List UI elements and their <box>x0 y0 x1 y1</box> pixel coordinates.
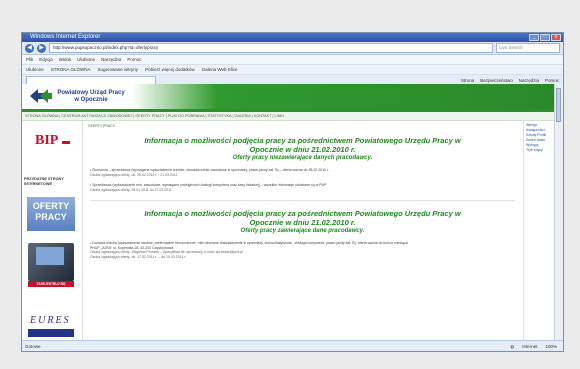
computer-banner-image[interactable] <box>28 243 74 281</box>
globe-icon: ◍ <box>510 344 515 349</box>
eu-flag-icon <box>28 329 74 337</box>
menu-item-view[interactable]: Widok <box>59 55 72 64</box>
back-arrow-icon[interactable]: ◀ <box>25 43 34 53</box>
search-input[interactable]: Live Search <box>496 43 560 53</box>
section1-subheading: Oferty pracy niezawierające danych praco… <box>232 155 373 161</box>
right-link[interactable]: Wersja dostępności <box>526 123 555 133</box>
url-field[interactable]: http://www.pupsopoczno.pl/index.php?id=o… <box>49 43 493 53</box>
favorite-link-home[interactable]: STRONA GŁÓWNA <box>51 65 91 74</box>
zoom-level[interactable]: 100% <box>545 341 557 351</box>
section1-heading: Informacja o możliwości podjęcia pracy z… <box>84 136 521 154</box>
section1-heading-line1: Informacja o możliwości podjęcia pracy z… <box>144 136 461 145</box>
pup-logo-icon[interactable] <box>30 89 52 103</box>
content-columns: BIP PRZYDATNE STRONY INTERNETOWE OFERTY … <box>22 121 557 342</box>
favorite-link-webslice[interactable]: Galeria Web Slice <box>202 65 238 74</box>
forward-arrow-icon[interactable]: ▶ <box>37 43 46 53</box>
menu-item-tools[interactable]: Narzędzia <box>101 55 121 64</box>
site-title-line1: Powiatowy Urząd Pracy <box>57 90 125 96</box>
site-title-line2: w Opocznie <box>74 97 108 103</box>
status-bar: Gotowe ◍ Internet 100% <box>22 340 563 351</box>
computer-screen-icon <box>36 247 64 265</box>
maximize-button[interactable]: □ <box>540 34 550 41</box>
breadcrumb: OFERTY PRACY <box>88 124 116 128</box>
favorite-link-suggested[interactable]: Sugerowane witryny <box>98 65 139 74</box>
address-bar: ◀ ▶ http://www.pupsopoczno.pl/index.php?… <box>22 42 563 55</box>
bip-logo[interactable]: BIP <box>35 133 58 149</box>
job-offers-line2: PRACY <box>35 212 67 222</box>
favorite-link-addons[interactable]: Pobierz więcej dodatków <box>145 65 195 74</box>
offer-dates: Osoba zgłaszająca ofertę: 28.01.2011 do … <box>90 187 172 192</box>
site-header: Powiatowy Urząd Pracy w Opocznie <box>22 84 557 112</box>
menu-item-edit[interactable]: Edycja <box>39 55 53 64</box>
section2-subheading: Oferty pracy zawierające dane pracodawcy… <box>240 228 365 234</box>
menu-bar: Plik Edycja Widok Ulubione Narzędzia Pom… <box>22 55 563 65</box>
vertical-scrollbar[interactable] <box>554 84 563 342</box>
header-band <box>132 84 557 109</box>
menu-item-favorites[interactable]: Ulubione <box>77 55 95 64</box>
window-controls: _ □ x <box>529 34 561 41</box>
useful-links-line2: INTERNETOWE <box>24 182 52 186</box>
menu-item-help[interactable]: Pomoc <box>127 55 141 64</box>
job-offers-line1: OFERTY <box>32 201 70 211</box>
title-bar: Windows Internet Explorer _ □ x <box>22 33 563 42</box>
status-right: ◍ Internet 100% <box>510 341 557 351</box>
offer-item: • Doradca klienta (wykształcenie średnie… <box>84 241 521 259</box>
offer-dates: Osoba zgłaszająca ofertę: ok. 25.02.2011… <box>90 172 178 177</box>
close-button[interactable]: x <box>551 34 561 41</box>
minimize-button[interactable]: _ <box>529 34 539 41</box>
divider <box>90 200 515 201</box>
site-title: Powiatowy Urząd Pracy w Opocznie <box>56 90 126 104</box>
favorites-button[interactable]: Ulubione <box>26 65 44 74</box>
browser-window: Windows Internet Explorer _ □ x ◀ ▶ http… <box>21 32 564 352</box>
section2-heading-line2: Opocznie w dniu 21.02.2010 r. <box>249 218 356 227</box>
window-title: Windows Internet Explorer <box>30 34 101 40</box>
useful-links-heading: PRZYDATNE STRONY INTERNETOWE <box>24 177 80 187</box>
status-text: Gotowe <box>25 344 41 349</box>
eures-logo[interactable]: EURES <box>30 315 71 326</box>
right-link[interactable]: Tryb edycji <box>526 148 555 153</box>
offer-item: • Ekonomia – sprzedawca (wymagane wykszt… <box>84 168 521 177</box>
section1-heading-line2: Opocznie w dniu 21.02.2010 r. <box>249 145 356 154</box>
left-sidebar: BIP PRZYDATNE STRONY INTERNETOWE OFERTY … <box>22 121 83 342</box>
offer-item: • Sprzedawca (wykształcenie min. zawodow… <box>84 183 521 192</box>
right-sidebar: Wersja dostępności Szkoły Profili Zmień … <box>523 121 557 342</box>
section2-heading: Informacja o możliwości podjęcia pracy z… <box>84 209 521 227</box>
page-content: Powiatowy Urząd Pracy w Opocznie STRONA … <box>22 84 557 342</box>
security-zone: Internet <box>522 344 538 349</box>
bip-flag-icon <box>62 139 70 144</box>
register-banner[interactable]: ZAREJESTRUJ SIĘ <box>28 281 74 287</box>
offer-dates: Osoba zgłaszająca ofertę: ok. 17.02.2011… <box>90 254 187 259</box>
scrollbar-thumb[interactable] <box>556 88 561 122</box>
favorites-bar: Ulubione STRONA GŁÓWNA Sugerowane witryn… <box>22 65 563 75</box>
job-offers-banner[interactable]: OFERTY PRACY <box>27 197 75 231</box>
menu-item-file[interactable]: Plik <box>26 55 33 64</box>
section2-heading-line1: Informacja o możliwości podjęcia pracy z… <box>144 209 461 218</box>
main-column: OFERTY PRACY Informacja o możliwości pod… <box>84 121 521 342</box>
site-nav[interactable]: STRONA GŁÓWNA | CENTRUM AKTYWIZACJI ZAWO… <box>22 112 557 121</box>
